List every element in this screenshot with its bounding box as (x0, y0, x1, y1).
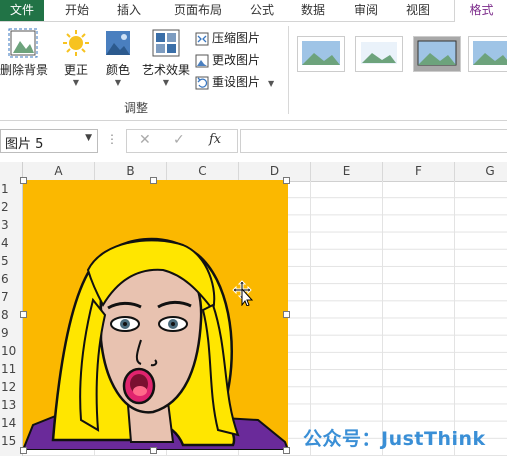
inserted-picture[interactable] (23, 180, 288, 450)
resize-handle[interactable] (150, 447, 157, 454)
chevron-down-icon[interactable]: ▼ (85, 133, 92, 143)
compress-label: 压缩图片 (212, 31, 261, 45)
picture-style-thumb[interactable] (297, 36, 345, 72)
group-separator (288, 26, 289, 114)
sun-icon (63, 30, 89, 56)
compress-icon (195, 32, 209, 45)
picture-color-icon (106, 31, 130, 55)
picture-style-thumb[interactable] (355, 36, 403, 72)
artistic-effects-label: 艺术效果 (141, 63, 190, 77)
row-header[interactable]: 2 (0, 199, 23, 216)
chevron-down-icon: ▼ (72, 78, 80, 87)
corrections-button[interactable]: 更正 ▼ (58, 28, 94, 88)
tab-formulas[interactable]: 公式 (240, 0, 284, 21)
row-header[interactable]: 11 (0, 361, 23, 378)
tab-data[interactable]: 数据 (291, 0, 335, 21)
row-header[interactable]: 7 (0, 289, 23, 306)
row-header[interactable]: 14 (0, 415, 23, 432)
column-header[interactable]: D (239, 162, 311, 181)
color-label: 颜色 (105, 63, 130, 77)
column-header[interactable]: F (383, 162, 455, 181)
watermark-text: 公众号：JustThink (303, 428, 486, 450)
resize-handle[interactable] (20, 177, 27, 184)
picture-style-preview-icon (417, 40, 457, 66)
resize-handle[interactable] (283, 447, 290, 454)
remove-background-icon (8, 28, 38, 58)
move-cursor-icon (232, 280, 254, 306)
resize-handle[interactable] (283, 311, 290, 318)
column-header[interactable]: A (23, 162, 95, 181)
formula-buttons: ✕ ✓ fx (126, 129, 238, 153)
row-header[interactable]: 5 (0, 253, 23, 270)
resize-handle[interactable] (20, 447, 27, 454)
change-picture-button[interactable]: 更改图片 (195, 50, 260, 70)
formula-input[interactable] (240, 129, 507, 153)
tab-view[interactable]: 视图 (396, 0, 440, 21)
column-headers: A B C D E F G (0, 162, 507, 182)
resize-handle[interactable] (283, 177, 290, 184)
row-header[interactable]: 13 (0, 397, 23, 414)
chevron-down-icon: ▼ (268, 79, 275, 88)
column-header[interactable]: E (311, 162, 383, 181)
column-header[interactable]: C (167, 162, 239, 181)
picture-style-thumb-selected[interactable] (413, 36, 461, 72)
tab-home[interactable]: 开始 (55, 0, 99, 21)
tab-page-layout[interactable]: 页面布局 (162, 0, 234, 21)
picture-style-thumb[interactable] (468, 36, 507, 72)
tab-file[interactable]: 文件 (0, 0, 44, 21)
remove-background-label: 删除背景 (0, 63, 49, 77)
reset-picture-icon (195, 76, 209, 89)
picture-style-preview-icon (473, 41, 507, 65)
remove-background-button[interactable]: 删除背景 (0, 28, 49, 78)
ribbon-tab-bar: 文件 开始 插入 页面布局 公式 数据 审阅 视图 格式 (0, 0, 507, 22)
cancel-icon[interactable]: ✕ (139, 132, 151, 148)
pop-art-woman-illustration (23, 180, 288, 450)
artistic-effects-icon (152, 29, 180, 57)
enter-icon[interactable]: ✓ (173, 132, 185, 148)
reset-picture-label: 重设图片 (212, 75, 261, 89)
name-box[interactable]: 图片 5 ▼ (0, 129, 98, 153)
picture-style-preview-icon (302, 41, 340, 65)
insert-function-icon[interactable]: fx (209, 132, 221, 147)
artistic-effects-button[interactable]: 艺术效果 ▼ (140, 28, 192, 88)
chevron-down-icon: ▼ (162, 78, 170, 87)
reset-picture-button[interactable]: 重设图片 ▼ (195, 72, 274, 92)
compress-pictures-button[interactable]: 压缩图片 (195, 28, 260, 48)
name-box-value: 图片 5 (5, 137, 44, 152)
chevron-down-icon: ▼ (114, 78, 122, 87)
formula-bar: 图片 5 ▼ ⋮ ✕ ✓ fx (0, 121, 507, 159)
row-header[interactable]: 9 (0, 325, 23, 342)
more-options-icon[interactable]: ⋮ (106, 132, 118, 146)
picture-style-preview-icon (359, 40, 399, 66)
row-headers: 1 2 3 4 5 6 7 8 9 10 11 12 13 14 15 (0, 181, 23, 456)
tab-review[interactable]: 审阅 (344, 0, 388, 21)
ribbon-body: 删除背景 更正 ▼ 颜色 ▼ 艺术效果 ▼ 压缩图片 更改图片 重设图片 ▼ 调… (0, 22, 507, 121)
row-header[interactable]: 4 (0, 235, 23, 252)
row-header[interactable]: 3 (0, 217, 23, 234)
row-header[interactable]: 6 (0, 271, 23, 288)
column-header[interactable]: G (455, 162, 507, 181)
group-label-adjust: 调整 (124, 101, 149, 115)
corrections-label: 更正 (63, 63, 88, 77)
tab-insert[interactable]: 插入 (107, 0, 151, 21)
row-header[interactable]: 12 (0, 379, 23, 396)
tab-format[interactable]: 格式 (454, 0, 507, 22)
change-picture-label: 更改图片 (212, 53, 261, 67)
resize-handle[interactable] (150, 177, 157, 184)
change-picture-icon (195, 54, 209, 67)
resize-handle[interactable] (20, 311, 27, 318)
row-header[interactable]: 10 (0, 343, 23, 360)
color-button[interactable]: 颜色 ▼ (100, 28, 136, 88)
